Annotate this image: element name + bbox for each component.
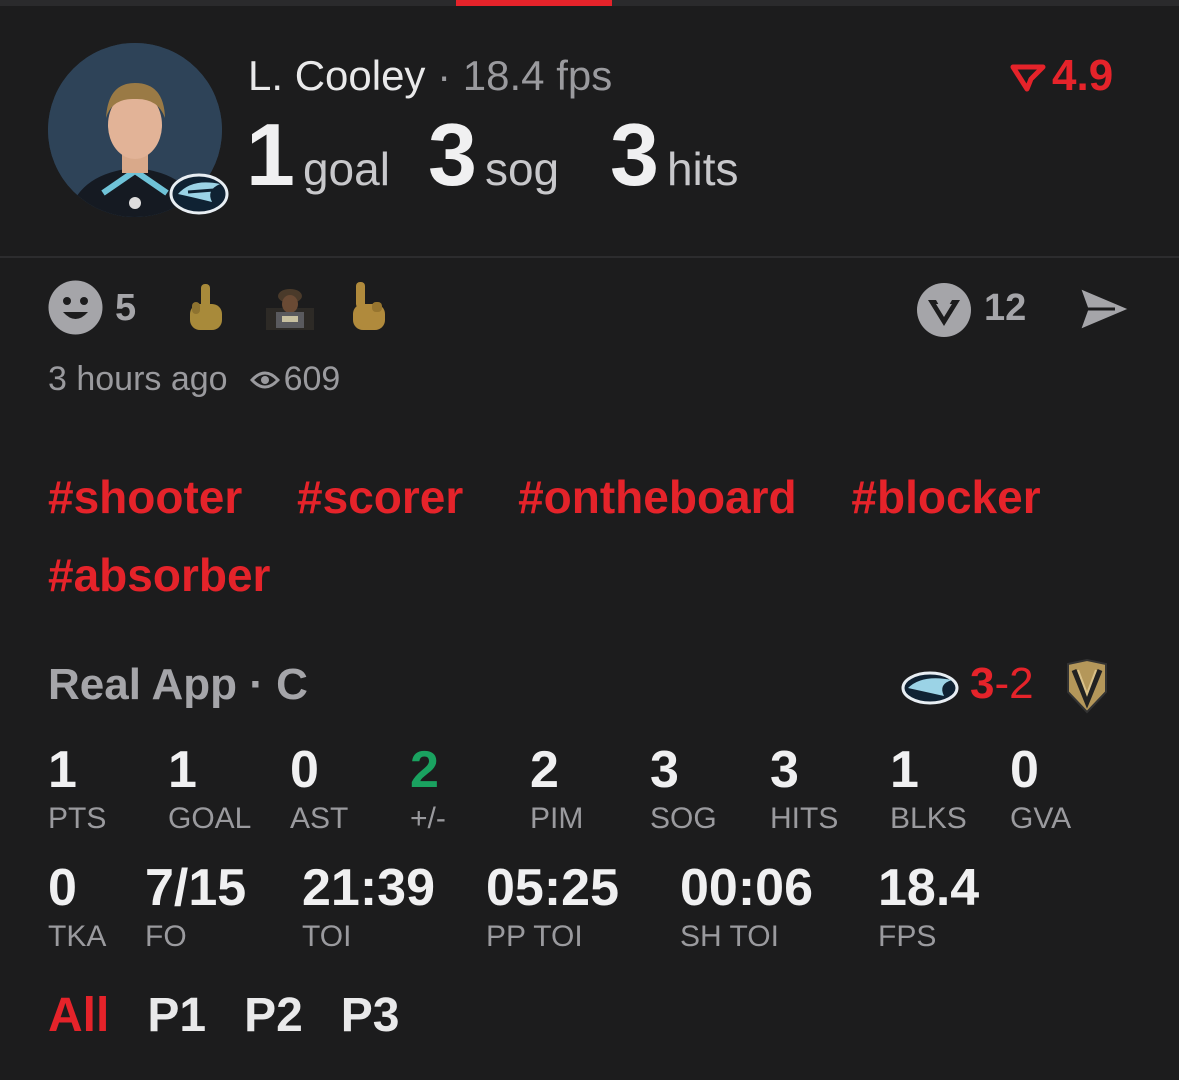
stat-goal: 1 GOAL (168, 742, 251, 836)
period-tabs: All P1 P2 P3 (48, 988, 438, 1044)
game-score[interactable]: 3-2 (900, 658, 1110, 714)
comment-count: 12 (984, 287, 1027, 329)
stat-fo: 7/15 FO (145, 860, 246, 954)
name-separator: · (437, 52, 452, 99)
home-score: 3 (970, 659, 995, 708)
big-stat-hits: 3 hits (610, 110, 739, 226)
stat-blks: 1 BLKS (890, 742, 967, 836)
smiley-icon (48, 280, 103, 335)
tab-p2[interactable]: P2 (244, 989, 303, 1042)
rating-value: 4.9 (1052, 51, 1114, 100)
post-meta: 3 hours ago 609 (48, 360, 340, 402)
section-divider (0, 256, 1179, 258)
score-dash: - (994, 659, 1010, 708)
hashtag-list: #shooter #scorer #ontheboard #blocker #a… (48, 458, 1148, 614)
send-icon (1077, 285, 1133, 333)
big-stat-label: goal (302, 143, 390, 195)
player-name[interactable]: L. Cooley (248, 52, 425, 99)
stat-gva: 0 GVA (1010, 742, 1071, 836)
hashtag[interactable]: #ontheboard (518, 471, 797, 523)
stat-label: FO (145, 920, 187, 953)
share-button[interactable] (1075, 283, 1133, 335)
stat-label: HITS (770, 802, 839, 835)
hashtag[interactable]: #scorer (297, 471, 463, 523)
big-stat-goal: 1 goal (246, 110, 390, 226)
stat-label: PP TOI (486, 920, 583, 953)
stat-label: GVA (1010, 802, 1072, 835)
stat-fps: 18.4 FPS (878, 860, 979, 954)
stat-label: TKA (48, 920, 107, 953)
player-header: L. Cooley · 18.4 fps (248, 52, 612, 100)
stat-label: SH TOI (680, 920, 779, 953)
stat-pp-toi: 05:25 PP TOI (486, 860, 619, 954)
away-score: 2 (1009, 659, 1034, 708)
stat-value: 3 (770, 741, 799, 799)
stat-label: FPS (878, 920, 937, 953)
stat-label: AST (290, 802, 349, 835)
game-title: Real App · C (48, 660, 308, 709)
stat-value: 1 (890, 741, 919, 799)
stat-label: +/- (410, 802, 446, 835)
stat-pts: 1 PTS (48, 742, 106, 836)
top-tab-bar (0, 0, 1179, 6)
stat-value: 1 (168, 741, 197, 799)
stat-value: 00:06 (680, 859, 813, 917)
stat-value: 0 (1010, 741, 1039, 799)
stat-tka: 0 TKA (48, 860, 106, 954)
stat-value: 2 (410, 741, 439, 799)
big-stat-value: 1 (246, 105, 295, 204)
big-stat-label: sog (484, 143, 560, 195)
add-reaction-button[interactable] (48, 280, 103, 335)
stat-toi: 21:39 TOI (302, 860, 435, 954)
stat-label: BLKS (890, 802, 967, 835)
big-stat-label: hits (666, 143, 739, 195)
hashtag[interactable]: #blocker (851, 471, 1040, 523)
player-rating[interactable]: 4.9 (1010, 52, 1113, 100)
custom-reaction-image-icon[interactable] (262, 280, 314, 336)
pointing-up-emoji-icon[interactable] (344, 280, 392, 336)
stat-label: SOG (650, 802, 717, 835)
stat-sog: 3 SOG (650, 742, 717, 836)
stat-label: PTS (48, 802, 107, 835)
stat-value: 2 (530, 741, 559, 799)
stat-value: 18.4 (878, 859, 980, 917)
view-count: 609 (283, 360, 341, 398)
stat-plus-minus: 2 +/- (410, 742, 446, 836)
stat-label: TOI (302, 920, 352, 953)
tab-p1[interactable]: P1 (147, 989, 206, 1042)
stat-sh-toi: 00:06 SH TOI (680, 860, 813, 954)
stat-value: 0 (290, 741, 319, 799)
stat-label: GOAL (168, 802, 252, 835)
eye-icon (249, 360, 280, 398)
stat-value: 7/15 (145, 859, 247, 917)
time-ago: 3 hours ago (48, 360, 228, 398)
stat-value: 05:25 (486, 859, 619, 917)
team-logo-icon (168, 168, 230, 216)
stat-value: 0 (48, 859, 77, 917)
middle-finger-emoji-icon[interactable] (182, 280, 230, 336)
big-stat-sog: 3 sog (428, 110, 559, 226)
comment-logo-icon (917, 283, 971, 337)
big-stat-value: 3 (428, 105, 477, 204)
rating-arrow-icon (1010, 64, 1046, 92)
stat-hits: 3 HITS (770, 742, 838, 836)
tab-p3[interactable]: P3 (341, 989, 400, 1042)
hashtag[interactable]: #shooter (48, 471, 242, 523)
away-team-logo-icon (1066, 659, 1107, 714)
stat-pim: 2 PIM (530, 742, 583, 836)
comments-button[interactable] (916, 282, 972, 338)
stat-value: 21:39 (302, 859, 435, 917)
tab-all[interactable]: All (48, 989, 109, 1042)
stat-value: 3 (650, 741, 679, 799)
active-tab-indicator (456, 0, 612, 6)
stat-value: 1 (48, 741, 77, 799)
stat-ast: 0 AST (290, 742, 348, 836)
player-fps: 18.4 fps (462, 52, 613, 99)
hashtag[interactable]: #absorber (48, 549, 270, 601)
big-stat-value: 3 (610, 105, 659, 204)
stat-label: PIM (530, 802, 584, 835)
home-team-logo-icon (901, 671, 959, 705)
reaction-count: 5 (115, 287, 137, 329)
